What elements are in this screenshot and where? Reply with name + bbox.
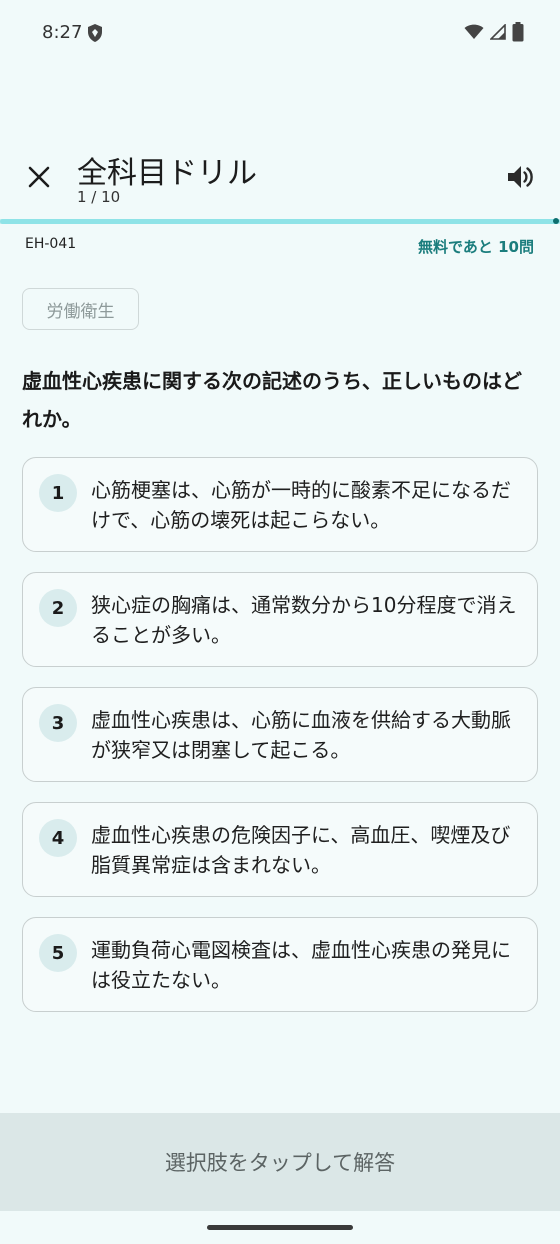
wifi-icon: [464, 24, 484, 39]
option-number: 4: [39, 819, 77, 857]
volume-icon: [508, 166, 533, 188]
signal-icon: [490, 24, 506, 40]
option-text: 狭心症の胸痛は、通常数分から10分程度で消えることが多い。: [91, 593, 517, 647]
option-number: 2: [39, 589, 77, 627]
status-icons: [464, 22, 524, 42]
option-4[interactable]: 4 虚血性心疾患の危険因子に、高血圧、喫煙及び脂質異常症は含まれない。: [22, 802, 538, 897]
sound-button[interactable]: [500, 156, 542, 198]
option-5[interactable]: 5 運動負荷心電図検査は、虚血性心疾患の発見には役立たない。: [22, 917, 538, 1012]
option-text: 虚血性心疾患の危険因子に、高血圧、喫煙及び脂質異常症は含まれない。: [91, 823, 511, 877]
question-counter: 1 / 10: [77, 188, 121, 206]
option-3[interactable]: 3 虚血性心疾患は、心筋に血液を供給する大動脈が狭窄又は閉塞して起こる。: [22, 687, 538, 782]
option-number: 3: [39, 704, 77, 742]
option-number: 1: [39, 474, 77, 512]
option-text: 虚血性心疾患は、心筋に血液を供給する大動脈が狭窄又は閉塞して起こる。: [91, 708, 511, 762]
options-list: 1 心筋梗塞は、心筋が一時的に酸素不足になるだけで、心筋の壊死は起こらない。 2…: [22, 457, 538, 1032]
option-1[interactable]: 1 心筋梗塞は、心筋が一時的に酸素不足になるだけで、心筋の壊死は起こらない。: [22, 457, 538, 552]
progress-fill: [0, 219, 560, 224]
progress-end-dot: [553, 218, 559, 224]
battery-icon: [512, 22, 524, 42]
close-icon: [28, 166, 50, 188]
page-title: 全科目ドリル: [77, 156, 257, 191]
option-2[interactable]: 2 狭心症の胸痛は、通常数分から10分程度で消えることが多い。: [22, 572, 538, 667]
home-indicator[interactable]: [207, 1225, 353, 1230]
shield-icon: [88, 24, 102, 42]
close-button[interactable]: [18, 156, 60, 198]
status-bar: 8:27: [0, 0, 560, 64]
free-remaining-label[interactable]: 無料であと 10問: [418, 236, 534, 257]
option-text: 心筋梗塞は、心筋が一時的に酸素不足になるだけで、心筋の壊死は起こらない。: [91, 478, 511, 532]
progress-bar: [0, 218, 560, 224]
option-number: 5: [39, 934, 77, 972]
option-text: 運動負荷心電図検査は、虚血性心疾患の発見には役立たない。: [91, 938, 511, 992]
question-id: EH-041: [25, 236, 77, 252]
status-time: 8:27: [42, 22, 83, 43]
category-chip: 労働衛生: [22, 288, 139, 330]
answer-button[interactable]: 選択肢をタップして解答: [0, 1113, 560, 1211]
app-bar: 全科目ドリル 1 / 10: [0, 140, 560, 220]
question-text: 虚血性心疾患に関する次の記述のうち、正しいものはどれか。: [22, 369, 522, 431]
